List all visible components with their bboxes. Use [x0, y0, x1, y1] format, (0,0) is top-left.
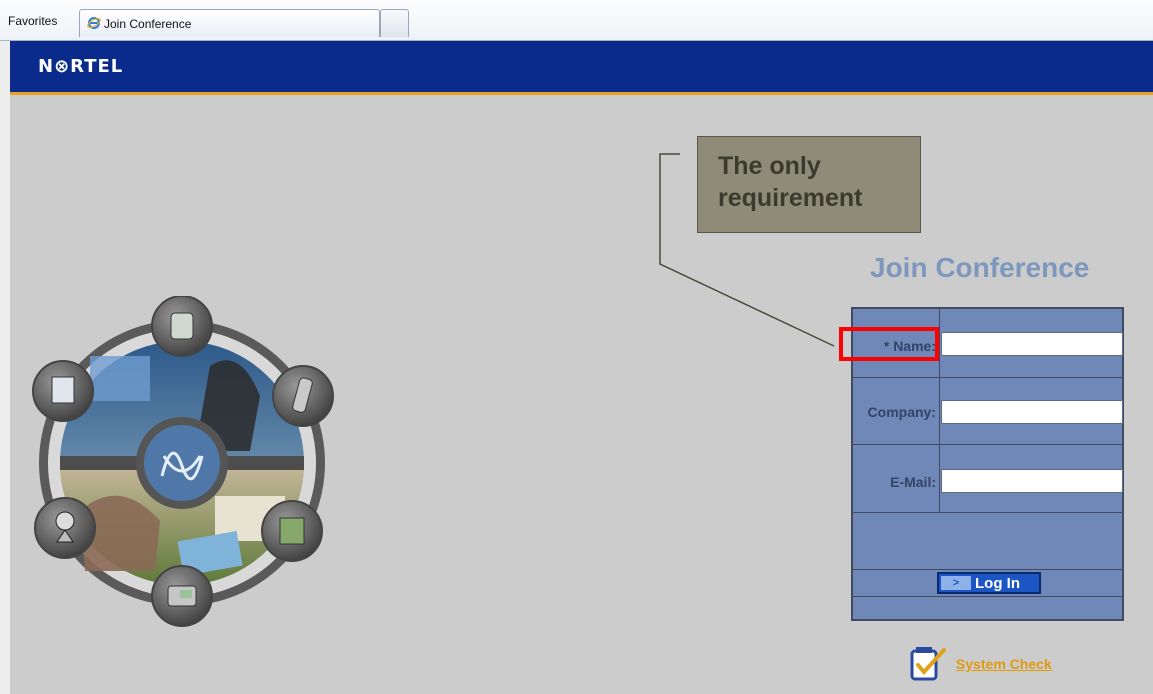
- login-button[interactable]: > Log In: [937, 572, 1041, 594]
- name-field[interactable]: [941, 332, 1123, 356]
- email-label: E-Mail:: [890, 474, 936, 490]
- company-label: Company:: [867, 404, 936, 420]
- communications-hub-image: [32, 296, 334, 627]
- form-divider: [853, 596, 1124, 597]
- annotation-callout: The only requirement: [697, 136, 921, 233]
- new-tab-button[interactable]: [380, 9, 409, 37]
- arrow-right-icon: >: [941, 576, 971, 590]
- system-check-icon[interactable]: [910, 645, 950, 683]
- site-header: N⊗RTEL: [10, 41, 1153, 95]
- form-divider: [853, 512, 1124, 513]
- page-title: Join Conference: [870, 252, 1090, 283]
- browser-chrome: Favorites Join Conference: [0, 0, 1153, 41]
- tab-join-conference[interactable]: Join Conference: [79, 9, 380, 37]
- favorites-button[interactable]: Favorites: [8, 14, 57, 28]
- form-divider: [939, 309, 940, 512]
- name-field-highlight: [839, 327, 939, 361]
- annotation-text: The only requirement: [718, 152, 863, 212]
- internet-explorer-icon: [87, 17, 101, 29]
- company-field[interactable]: [941, 400, 1123, 424]
- form-divider: [853, 377, 1124, 378]
- email-field[interactable]: [941, 469, 1123, 493]
- nortel-logo: N⊗RTEL: [38, 56, 124, 77]
- tab-title: Join Conference: [104, 17, 192, 31]
- form-divider: [853, 444, 1124, 445]
- page-margin: [0, 41, 10, 694]
- form-divider: [853, 569, 1124, 570]
- system-check-link[interactable]: System Check: [956, 656, 1052, 672]
- login-button-label: Log In: [975, 575, 1020, 592]
